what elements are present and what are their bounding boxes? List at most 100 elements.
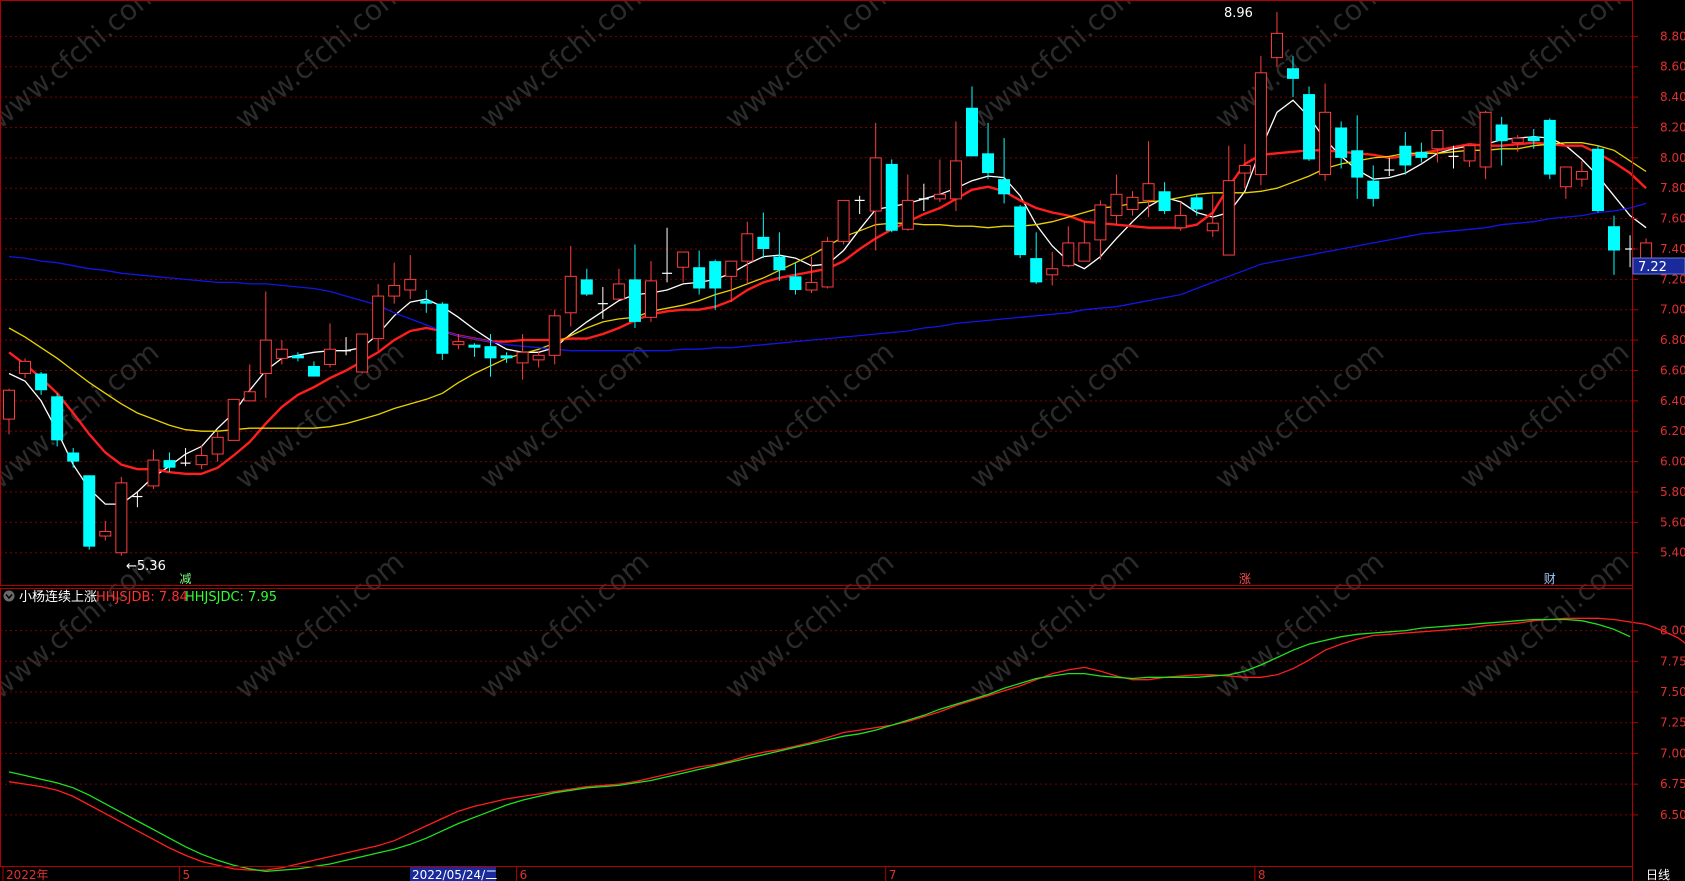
candle-body	[901, 199, 914, 230]
candle[interactable]	[1543, 118, 1556, 180]
candle-body	[404, 278, 417, 291]
indicator-tick-label: 6.75	[1660, 777, 1685, 791]
candle[interactable]	[51, 393, 64, 447]
candle-body	[1046, 268, 1059, 276]
indicator-legend[interactable]: 小杨连续上涨 HHJSJDB: 7.84 HHJSJDC: 7.95	[3, 589, 278, 605]
candle[interactable]	[1254, 56, 1267, 186]
candle-body	[1495, 124, 1508, 142]
candle-body	[1351, 150, 1364, 178]
candle-body	[67, 452, 80, 462]
candle-body	[51, 396, 64, 441]
indicator-tick-label: 6.50	[1660, 808, 1685, 822]
candle[interactable]	[1014, 204, 1027, 259]
candle-body	[805, 281, 818, 291]
candle-body	[998, 179, 1011, 195]
candle-body	[3, 389, 15, 420]
date-tick-label: 5	[183, 868, 191, 881]
candle-body	[468, 344, 481, 348]
period-label[interactable]: 日线	[1646, 868, 1670, 881]
candle-body	[709, 261, 722, 289]
candle-body	[500, 355, 513, 359]
candle-body	[1543, 119, 1556, 175]
candle-body	[195, 455, 208, 466]
indicator-tick-label: 7.25	[1660, 716, 1685, 730]
price-tick-label: 7.40	[1660, 242, 1685, 256]
candle-body	[1062, 242, 1075, 267]
candle-body	[99, 530, 112, 537]
candle-body	[693, 267, 706, 289]
indicator-tick-label: 8.00	[1660, 624, 1685, 638]
candle-body	[933, 193, 946, 200]
candle-body	[324, 348, 336, 365]
price-tick-label: 7.80	[1660, 181, 1685, 195]
candle-body	[1254, 72, 1267, 176]
candle[interactable]	[436, 302, 449, 360]
price-tick-label: 7.60	[1660, 212, 1685, 226]
candle-body	[1014, 206, 1027, 256]
indicator-tick-label: 7.00	[1660, 746, 1685, 760]
candle[interactable]	[1591, 145, 1604, 213]
legend-hhjsjdc: HHJSJDC: 7.95	[185, 590, 277, 605]
candle-body	[83, 475, 96, 547]
candle-body	[35, 373, 48, 391]
indicator-name: 小杨连续上涨	[19, 589, 97, 605]
candle-body	[259, 339, 272, 375]
price-tick-label: 8.40	[1660, 90, 1685, 104]
price-tick-label: 5.60	[1660, 515, 1685, 529]
candle-body	[821, 240, 834, 288]
high-price-label: 8.96	[1224, 6, 1253, 21]
candle[interactable]	[837, 199, 850, 245]
candle-body	[1030, 258, 1043, 283]
date-tick-label: 8	[1258, 868, 1266, 881]
candle[interactable]	[83, 475, 96, 550]
stock-chart[interactable]: www.cfchi.com www.cfchi.com www.cfchi.com w…	[0, 0, 1685, 881]
candle[interactable]	[227, 398, 240, 441]
candle-body	[275, 348, 288, 359]
candle[interactable]	[821, 236, 834, 289]
candle-body	[1142, 183, 1155, 201]
candle-body	[548, 315, 561, 356]
candle[interactable]	[885, 159, 898, 233]
candle-body	[885, 163, 898, 231]
indicator-tick-label: 7.50	[1660, 685, 1685, 699]
candle-body	[1559, 166, 1572, 188]
price-tick-label: 6.00	[1660, 455, 1685, 469]
candle-body	[484, 346, 497, 359]
candle-body	[1126, 196, 1139, 211]
candle-body	[1158, 191, 1171, 212]
candle-body	[516, 351, 529, 364]
candle-body	[1319, 111, 1332, 176]
candle-body	[1222, 180, 1235, 256]
candle-body	[982, 153, 995, 174]
candle-body	[1575, 171, 1588, 180]
candle-body	[372, 295, 385, 340]
candle-body	[532, 354, 545, 361]
candle-body	[211, 436, 224, 455]
price-tick-label: 8.80	[1660, 29, 1685, 43]
indicator-menu-icon[interactable]	[3, 590, 15, 602]
candle-body	[1463, 145, 1476, 162]
price-tick-label: 5.80	[1660, 485, 1685, 499]
low-price-label: ←5.36	[126, 559, 166, 574]
indicator-tick-label: 7.75	[1660, 654, 1685, 668]
price-tick-label: 6.20	[1660, 424, 1685, 438]
candle[interactable]	[115, 476, 128, 556]
candle-body	[564, 275, 577, 314]
candle-body	[163, 460, 176, 468]
candle-body	[645, 280, 657, 318]
candle-body	[1415, 151, 1428, 158]
candle-body	[580, 279, 593, 295]
crosshair-date-label: 2022/05/24/二	[412, 868, 497, 881]
candle-body	[1174, 215, 1187, 229]
event-mark: 财	[1544, 572, 1556, 586]
event-mark: 减	[180, 572, 192, 586]
candle-body	[1511, 137, 1524, 144]
candle[interactable]	[1303, 86, 1316, 161]
candle-body	[677, 251, 690, 268]
candle[interactable]	[356, 333, 369, 374]
candle-body	[388, 284, 401, 297]
legend-hhjsjdb: HHJSJDB: 7.84	[96, 590, 188, 605]
candle-body	[420, 300, 433, 304]
price-tick-label: 7.00	[1660, 303, 1685, 317]
candle-body	[243, 391, 256, 402]
